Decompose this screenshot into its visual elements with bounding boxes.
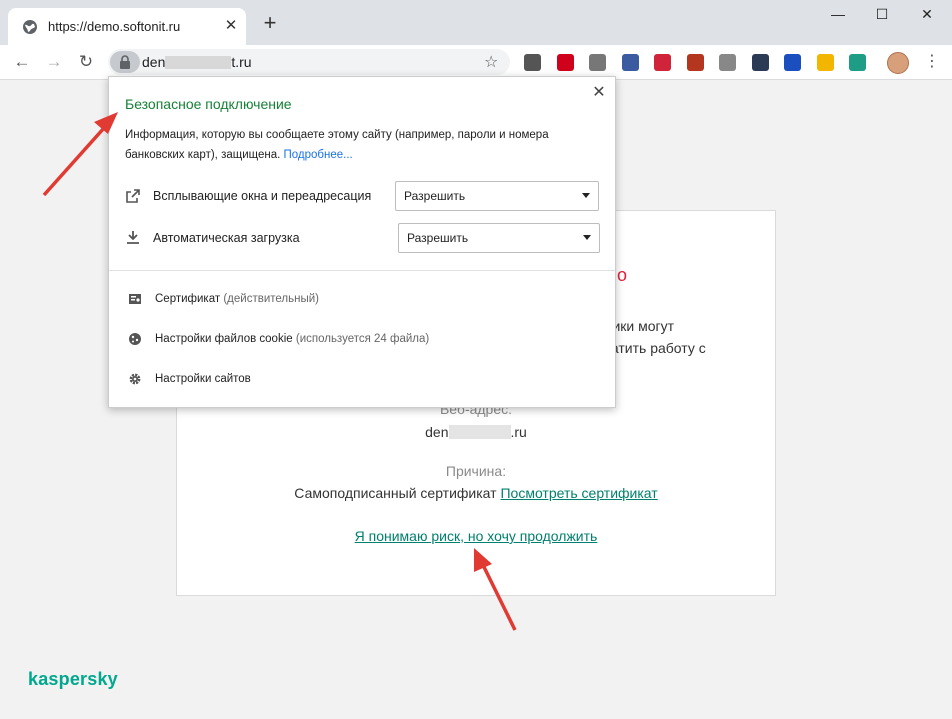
- new-tab-button[interactable]: +: [258, 12, 282, 36]
- certificate-item[interactable]: Сертификат (действительный): [155, 293, 319, 305]
- download-permission-select[interactable]: Разрешить: [398, 223, 600, 253]
- adblock-icon[interactable]: [556, 54, 574, 71]
- certificate-status: (действительный): [223, 293, 319, 305]
- popup-close-icon[interactable]: ✕: [591, 85, 607, 101]
- site-settings-label: Настройки сайтов: [155, 373, 251, 385]
- mascot-icon[interactable]: [686, 54, 704, 71]
- address-value: den .ru: [176, 424, 776, 440]
- reason-text: Самоподписанный сертификат: [294, 485, 497, 501]
- reason-line: Самоподписанный сертификат Посмотреть се…: [176, 485, 776, 501]
- close-window-button[interactable]: ✕: [915, 6, 939, 26]
- star-ext-icon[interactable]: [816, 54, 834, 71]
- lock-icon: [120, 55, 130, 69]
- site-settings-item[interactable]: Настройки сайтов: [155, 373, 251, 385]
- kaspersky-logo: kaspersky: [28, 669, 118, 689]
- tab-close-icon[interactable]: ✕: [222, 17, 240, 35]
- external-link-icon: [125, 189, 141, 205]
- shield-icon[interactable]: [719, 54, 736, 71]
- popup-divider: [109, 270, 615, 271]
- vpn-icon[interactable]: [751, 54, 769, 71]
- screenshot-icon[interactable]: [621, 54, 639, 71]
- toolbar: ← → ↻ den t.ru ☆ ⋮: [0, 45, 952, 80]
- profile-avatar[interactable]: [887, 52, 909, 74]
- chevron-down-icon: [583, 235, 591, 240]
- cookies-item[interactable]: Настройки файлов cookie (используется 24…: [155, 333, 429, 345]
- more-info-link[interactable]: Подробнее...: [284, 149, 353, 161]
- download-permission-value: Разрешить: [407, 231, 469, 245]
- browser-menu-icon[interactable]: ⋮: [924, 51, 940, 73]
- proceed-link[interactable]: Я понимаю риск, но хочу продолжить: [355, 528, 598, 544]
- view-certificate-link[interactable]: Посмотреть сертификат: [500, 485, 657, 501]
- bookmark-icon[interactable]: [784, 54, 801, 71]
- tab-title: https://demo.softonit.ru: [48, 19, 181, 34]
- site-info-button[interactable]: [110, 51, 140, 73]
- bookmark-star-icon[interactable]: ☆: [484, 52, 498, 72]
- download-icon: [125, 230, 141, 246]
- certificate-label: Сертификат: [155, 293, 221, 305]
- address-prefix: den: [425, 424, 449, 440]
- diamond-icon[interactable]: [654, 54, 671, 71]
- url-prefix: den: [142, 54, 166, 70]
- popups-permission-value: Разрешить: [404, 189, 466, 203]
- mail-icon[interactable]: [524, 54, 541, 71]
- address-suffix: .ru: [510, 424, 527, 440]
- url-suffix: t.ru: [231, 54, 252, 70]
- address-bar[interactable]: den t.ru ☆: [108, 49, 510, 75]
- url-redaction: [165, 56, 232, 69]
- sync-icon[interactable]: [589, 54, 606, 71]
- url-text: den t.ru: [142, 54, 252, 70]
- globe-icon: [23, 20, 37, 34]
- tab-strip: https://demo.softonit.ru ✕ + — ☐ ✕: [0, 0, 952, 45]
- download-permission-label: Автоматическая загрузка: [153, 231, 300, 245]
- chevron-down-icon: [582, 193, 590, 198]
- arrow-to-popup-title: [42, 112, 118, 197]
- cookies-label: Настройки файлов cookie: [155, 333, 293, 345]
- site-info-popup: ✕ Безопасное подключение Информация, кот…: [108, 76, 616, 408]
- maximize-button[interactable]: ☐: [870, 6, 894, 26]
- certificate-icon: [127, 292, 143, 308]
- camera-icon[interactable]: [849, 54, 866, 71]
- reason-label: Причина:: [445, 463, 507, 479]
- back-button[interactable]: ←: [11, 51, 33, 73]
- popup-title: Безопасное подключение: [125, 96, 292, 112]
- popup-description: Информация, которую вы сообщаете этому с…: [125, 125, 575, 165]
- gear-icon: [127, 372, 143, 388]
- popups-permission-label: Всплывающие окна и переадресация: [153, 189, 372, 203]
- minimize-button[interactable]: —: [826, 6, 850, 26]
- reload-button[interactable]: ↻: [75, 51, 97, 73]
- cookie-icon: [127, 332, 143, 348]
- popups-permission-select[interactable]: Разрешить: [395, 181, 599, 211]
- proceed-line: Я понимаю риск, но хочу продолжить: [176, 528, 776, 544]
- cookies-count: (используется 24 файла): [295, 333, 430, 345]
- forward-button[interactable]: →: [43, 51, 65, 73]
- browser-tab[interactable]: https://demo.softonit.ru ✕: [8, 8, 246, 45]
- address-redaction: [448, 425, 511, 439]
